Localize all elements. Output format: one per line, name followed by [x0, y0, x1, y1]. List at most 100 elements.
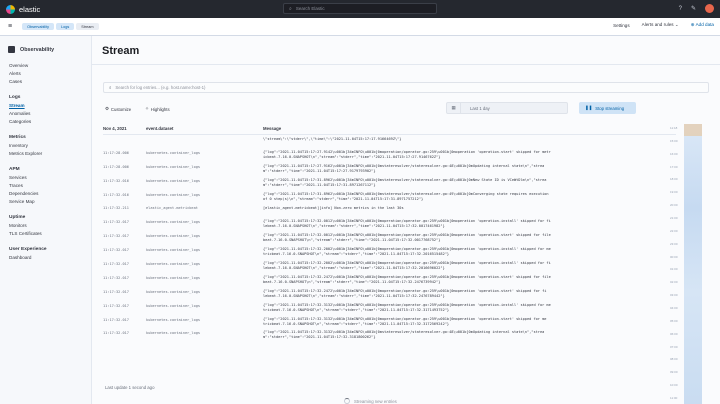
add-data-label: Add data — [695, 22, 714, 27]
global-search-placeholder: Search Elastic — [295, 6, 325, 11]
sidebar-item-anomalies[interactable]: Anomalies — [9, 110, 91, 118]
log-row[interactable]: 11:17:32.017 kubernetes.container_logs {"l… — [103, 330, 676, 344]
global-header: elastic ⌕ Search Elastic ? ✎ — [0, 0, 720, 18]
sidebar-item-cases[interactable]: Cases — [9, 78, 91, 86]
sidebar-item-alerts[interactable]: Alerts — [9, 70, 91, 78]
log-dataset: kubernetes.container_logs — [146, 220, 201, 225]
sidebar-item-stream[interactable]: Stream — [9, 102, 91, 110]
calendar-icon[interactable]: ▦ — [447, 103, 461, 113]
log-timestamp: 11:17:32.016 — [103, 178, 129, 183]
sidebar-item-traces[interactable]: Traces — [9, 182, 91, 190]
minimap-tick: 21:00 — [670, 216, 678, 220]
log-message: {"log":"2021-11-04T15:17:32.2002\u001b[3… — [263, 247, 551, 257]
elastic-logo[interactable]: elastic — [6, 4, 40, 14]
log-row[interactable]: 11:17:32.017 kubernetes.container_logs {"l… — [103, 219, 676, 233]
log-dataset: kubernetes.container_logs — [146, 178, 201, 183]
log-dataset: kubernetes.container_logs — [146, 275, 201, 280]
streaming-label: Streaming new entries — [354, 398, 397, 404]
date-picker[interactable]: ▦ Last 1 day — [446, 102, 568, 114]
sidebar-section-user-experience: User Experience — [9, 247, 47, 252]
log-dataset: kubernetes.container_logs — [146, 289, 201, 294]
log-timestamp: 11:17:32.017 — [103, 275, 129, 280]
stop-streaming-label: Stop streaming — [595, 105, 625, 111]
sidebar-item-overview[interactable]: Overview — [9, 62, 91, 70]
log-message: {"log":"2021-11-04T15:17:32.3132\u001b[3… — [263, 330, 545, 340]
global-search-input[interactable]: ⌕ Search Elastic — [283, 3, 437, 14]
minimap-tick: 09:00 — [670, 370, 678, 375]
minimap-tick: 03:00 — [670, 293, 678, 298]
log-row[interactable]: 11:17:32.016 kubernetes.container_logs {"l… — [103, 192, 676, 206]
hamburger-icon[interactable]: ≡ — [8, 23, 12, 30]
sidebar-item-monitors[interactable]: Monitors — [9, 222, 91, 230]
elastic-logo-icon — [6, 4, 15, 14]
log-row[interactable]: 11:17:32.017 kubernetes.container_logs {"l… — [103, 275, 676, 289]
minimap-tick: 00:00 — [670, 254, 678, 259]
newsfeed-icon[interactable]: ✎ — [691, 5, 696, 12]
log-message: {"log":"2021-11-04T15:17:27.9142\u001b[3… — [263, 149, 551, 159]
log-row[interactable]: 11:17:32.017 kubernetes.container_logs {"l… — [103, 303, 676, 317]
settings-link[interactable]: Settings — [613, 23, 630, 28]
log-row[interactable]: 11:17:32.017 kubernetes.container_logs {"l… — [103, 261, 676, 275]
minimap-tick: 17:00 — [670, 164, 678, 169]
log-message: {"log":"2021-11-04T15:17:32.2002\u001b[3… — [263, 261, 551, 271]
log-row[interactable]: 11:17:32.016 kubernetes.container_logs {"l… — [103, 178, 676, 192]
log-dataset: kubernetes.container_logs — [146, 303, 201, 308]
log-dataset: kubernetes.container_logs — [146, 262, 201, 267]
log-dataset: elastic_agent.metricbeat — [146, 206, 198, 211]
log-message: {"log":"2021-11-04T15:17:32.3132\u001b[3… — [263, 316, 547, 326]
log-stream[interactable]: \"stream\":\"stderr\",\"time\":\"2021-11… — [103, 136, 676, 383]
breadcrumb-observability[interactable]: Observability — [22, 23, 55, 30]
log-row[interactable]: 11:17:32.017 kubernetes.container_logs {"l… — [103, 317, 676, 331]
minimap-tick: 11:00 — [670, 396, 678, 400]
minimap-tick: 18:00 — [670, 177, 678, 182]
log-timestamp — [103, 136, 146, 150]
log-search-input[interactable]: ⌕ Search for log entries... (e.g. host.n… — [103, 82, 709, 93]
log-dataset: kubernetes.container_logs — [146, 150, 201, 155]
add-data-link[interactable]: ⊕ Add data — [691, 22, 714, 28]
minimap-time-axis: 11:18 15:00 16:00 17:00 18:00 19:00 20:00 21:00… — [670, 124, 684, 404]
customize-label: Customize — [110, 106, 132, 112]
minimap-viewport-highlight[interactable] — [684, 124, 702, 136]
message-column-header: Message — [263, 126, 282, 131]
log-row[interactable]: 11:17:32.017 kubernetes.container_logs {"l… — [103, 289, 676, 303]
log-dataset: kubernetes.container_logs — [146, 192, 201, 197]
sidebar-item-tls-certificates[interactable]: TLS Certificates — [9, 230, 91, 238]
log-row[interactable]: 11:17:32.017 kubernetes.container_logs {"l… — [103, 233, 676, 247]
sidebar-nav: Observability Overview Alerts Cases Logs… — [0, 36, 92, 404]
customize-button[interactable]: ⚙ Customize — [105, 106, 131, 112]
breadcrumb-logs[interactable]: Logs — [56, 23, 75, 30]
highlights-button[interactable]: ✧ Highlights — [145, 106, 169, 112]
minimap-tick: 11:18 — [670, 126, 678, 130]
dataset-column-header: event.dataset — [146, 126, 174, 131]
log-row[interactable]: 11:17:28.006 kubernetes.container_logs {"l… — [103, 150, 676, 164]
sidebar-item-inventory[interactable]: Inventory — [9, 142, 91, 150]
log-message: [elastic_agent.metricbeat][info] Non-zer… — [263, 206, 404, 211]
breadcrumb: Observability Logs Stream — [22, 23, 99, 30]
log-row[interactable]: 11:17:32.211 elastic_agent.metricbeat [ela… — [103, 205, 676, 219]
log-message: {"log":"2021-11-04T15:17:27.9162\u001b[3… — [263, 163, 545, 173]
log-row[interactable]: 11:17:28.006 kubernetes.container_logs {"l… — [103, 164, 676, 178]
sidebar-title-label: Observability — [20, 46, 55, 53]
sidebar-item-metrics-explorer[interactable]: Metrics Explorer — [9, 150, 91, 158]
minimap-tick: 07:00 — [670, 344, 678, 349]
stop-streaming-button[interactable]: ❚❚ Stop streaming — [579, 102, 636, 114]
sidebar-item-categories[interactable]: Categories — [9, 118, 91, 126]
minimap-density-band[interactable] — [684, 124, 702, 404]
sidebar-item-services[interactable]: Services — [9, 174, 91, 182]
log-message: {"log":"2021-11-04T15:17:31.8962\u001b[3… — [263, 177, 547, 187]
sidebar-item-service-map[interactable]: Service Map — [9, 198, 91, 206]
log-dataset — [146, 136, 263, 150]
help-icon[interactable]: ? — [679, 6, 682, 12]
log-timestamp: 11:17:32.017 — [103, 262, 129, 267]
avatar[interactable] — [705, 4, 714, 13]
sidebar-item-dashboard[interactable]: Dashboard — [9, 254, 91, 262]
sidebar-item-dependencies[interactable]: Dependencies — [9, 190, 91, 198]
log-minimap[interactable]: 11:18 15:00 16:00 17:00 18:00 19:00 20:00 21:00… — [670, 124, 714, 404]
log-row[interactable]: \"stream\":\"stderr\",\"time\":\"2021-11… — [103, 136, 676, 150]
sidebar-section-apm: APM — [9, 167, 20, 172]
log-row[interactable]: 11:17:32.017 kubernetes.container_logs {"l… — [103, 247, 676, 261]
minimap-tick: 06:00 — [670, 331, 678, 336]
log-message: {"log":"2021-11-04T15:17:32.3132\u001b[3… — [263, 302, 551, 312]
minimap-tick: 23:00 — [670, 241, 678, 246]
alerts-rules-menu[interactable]: Alerts and rules ⌄ — [642, 22, 679, 28]
